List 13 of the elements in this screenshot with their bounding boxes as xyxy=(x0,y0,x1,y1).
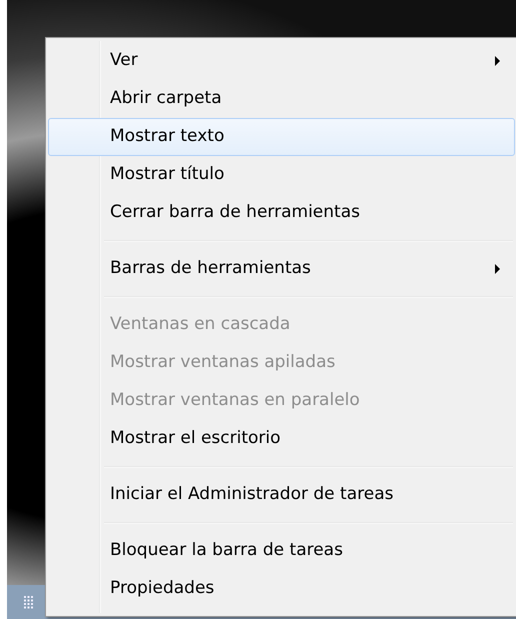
menu-item[interactable]: Mostrar título xyxy=(48,156,515,194)
submenu-arrow-icon xyxy=(495,56,500,66)
menu-item[interactable]: Cerrar barra de herramientas xyxy=(48,194,515,232)
submenu-arrow-icon xyxy=(495,264,500,274)
menu-item[interactable]: Barras de herramientas xyxy=(48,250,515,288)
menu-item[interactable]: Abrir carpeta xyxy=(48,80,515,118)
menu-item[interactable]: Mostrar el escritorio xyxy=(48,420,515,458)
menu-item[interactable]: Ver xyxy=(48,42,515,80)
gripper-icon xyxy=(24,596,34,610)
menu-item[interactable]: Mostrar texto xyxy=(48,118,515,156)
menu-item[interactable]: Iniciar el Administrador de tareas xyxy=(48,476,515,514)
menu-item[interactable]: Bloquear la barra de tareas xyxy=(48,532,515,570)
menu-item[interactable]: Propiedades xyxy=(48,570,515,608)
